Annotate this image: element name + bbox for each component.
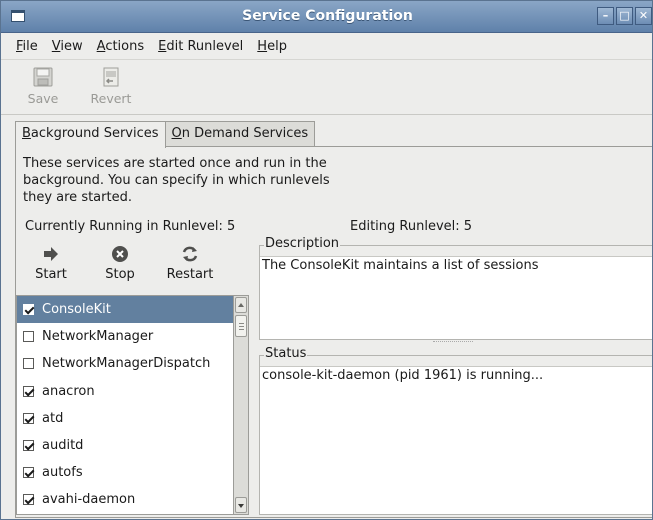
revert-document-icon	[103, 67, 119, 87]
scroll-up-button[interactable]	[235, 297, 247, 313]
grip-line	[239, 326, 244, 327]
menu-help-mnemonic: H	[257, 38, 268, 54]
service-checkbox[interactable]	[23, 412, 34, 424]
maximize-button[interactable]: □	[616, 7, 633, 25]
restart-icon	[182, 246, 198, 262]
service-checkbox[interactable]	[23, 467, 34, 479]
service-name: ConsoleKit	[42, 302, 111, 318]
service-configuration-window: Service Configuration – □ ✕ File View Ac…	[0, 0, 653, 520]
start-arrow-icon	[44, 247, 58, 261]
stop-label: Stop	[105, 267, 135, 282]
menu-file-label: ile	[22, 38, 38, 54]
status-text: console-kit-daemon (pid 1961) is running…	[262, 368, 544, 383]
service-list-scrollbar[interactable]	[234, 295, 249, 515]
revert-label: Revert	[90, 91, 132, 106]
editing-runlevel-label: Editing Runlevel: 5	[350, 219, 473, 234]
service-name: atd	[42, 410, 64, 426]
start-label: Start	[35, 267, 67, 282]
service-row-autofs[interactable]: autofs	[17, 459, 233, 486]
menu-actions-mnemonic: A	[96, 38, 106, 54]
current-runlevel-label: Currently Running in Runlevel: 5	[25, 219, 236, 234]
service-name: NetworkManager	[42, 329, 154, 345]
save-button[interactable]: Save	[18, 64, 68, 112]
menu-view-label: iew	[60, 38, 83, 54]
service-checkbox[interactable]	[23, 440, 34, 452]
chevron-down-icon	[238, 504, 244, 508]
panel-description: These services are started once and run …	[23, 156, 330, 205]
minimize-button[interactable]: –	[597, 7, 614, 25]
menu-file[interactable]: File	[9, 39, 45, 54]
menu-view[interactable]: View	[45, 39, 90, 54]
tab-background-services-mnemonic: B	[22, 126, 31, 141]
service-name: auditd	[42, 438, 84, 454]
service-checkbox[interactable]	[23, 358, 34, 370]
service-name: NetworkManagerDispatch	[42, 356, 211, 372]
save-label: Save	[27, 91, 59, 106]
tab-background-services-label: ackground Services	[30, 126, 159, 141]
tab-on-demand-services-label: n Demand Services	[181, 126, 309, 141]
toolbar: Save Revert	[1, 59, 652, 115]
grip-line	[239, 329, 244, 330]
description-frame: The ConsoleKit maintains a list of sessi…	[259, 236, 652, 340]
service-row-auditd[interactable]: auditd	[17, 432, 233, 459]
service-checkbox[interactable]	[23, 494, 34, 506]
tab-on-demand-services[interactable]: On Demand Services	[164, 121, 316, 147]
service-checkbox[interactable]	[23, 385, 34, 397]
service-row-networkmanagerdispatch[interactable]: NetworkManagerDispatch	[17, 350, 233, 377]
menu-actions-label: ctions	[105, 38, 145, 54]
window-title: Service Configuration	[242, 8, 413, 24]
status-frame-label: Status	[264, 346, 308, 361]
title-bar[interactable]: Service Configuration – □ ✕	[1, 1, 652, 33]
service-name: anacron	[42, 383, 95, 399]
start-button[interactable]: Start	[29, 245, 73, 282]
stop-button[interactable]: Stop	[98, 245, 142, 282]
service-checkbox[interactable]	[23, 331, 34, 343]
stop-icon	[112, 246, 128, 262]
restart-button[interactable]: Restart	[159, 245, 221, 282]
menu-bar: File View Actions Edit Runlevel Help	[1, 33, 652, 59]
service-row-avahi-daemon[interactable]: avahi-daemon	[17, 486, 233, 513]
tab-on-demand-services-mnemonic: O	[171, 126, 182, 141]
window-controls: – □ ✕	[597, 7, 652, 25]
restart-label: Restart	[166, 267, 214, 282]
service-checkbox[interactable]	[23, 304, 34, 316]
service-name: autofs	[42, 465, 83, 481]
pane-divider-handle[interactable]	[433, 341, 473, 344]
revert-button[interactable]: Revert	[81, 64, 141, 112]
description-frame-label: Description	[264, 236, 341, 251]
tab-background-services[interactable]: Background Services	[15, 121, 166, 148]
service-row-networkmanager[interactable]: NetworkManager	[17, 323, 233, 350]
scroll-thumb[interactable]	[235, 315, 247, 337]
grip-line	[239, 323, 244, 324]
service-tabs: Background Services On Demand Services	[15, 121, 316, 148]
status-frame: console-kit-daemon (pid 1961) is running…	[259, 346, 652, 515]
menu-edit-runlevel-label: dit Runlevel	[166, 38, 244, 54]
menu-edit-runlevel[interactable]: Edit Runlevel	[151, 39, 250, 54]
description-text: The ConsoleKit maintains a list of sessi…	[262, 258, 539, 273]
close-button[interactable]: ✕	[635, 7, 652, 25]
status-box: console-kit-daemon (pid 1961) is running…	[260, 366, 652, 514]
service-row-atd[interactable]: atd	[17, 405, 233, 432]
service-list[interactable]: ConsoleKit NetworkManager NetworkManager…	[16, 295, 234, 515]
service-row-consolekit[interactable]: ConsoleKit	[17, 296, 233, 324]
service-row-anacron[interactable]: anacron	[17, 378, 233, 405]
chevron-up-icon	[238, 303, 244, 307]
scroll-down-button[interactable]	[235, 497, 247, 513]
menu-actions[interactable]: Actions	[90, 39, 152, 54]
menu-help-label: elp	[267, 38, 287, 54]
floppy-disk-icon	[33, 67, 53, 87]
description-box: The ConsoleKit maintains a list of sessi…	[260, 256, 652, 339]
menu-help[interactable]: Help	[250, 39, 294, 54]
service-name: avahi-daemon	[42, 492, 136, 508]
